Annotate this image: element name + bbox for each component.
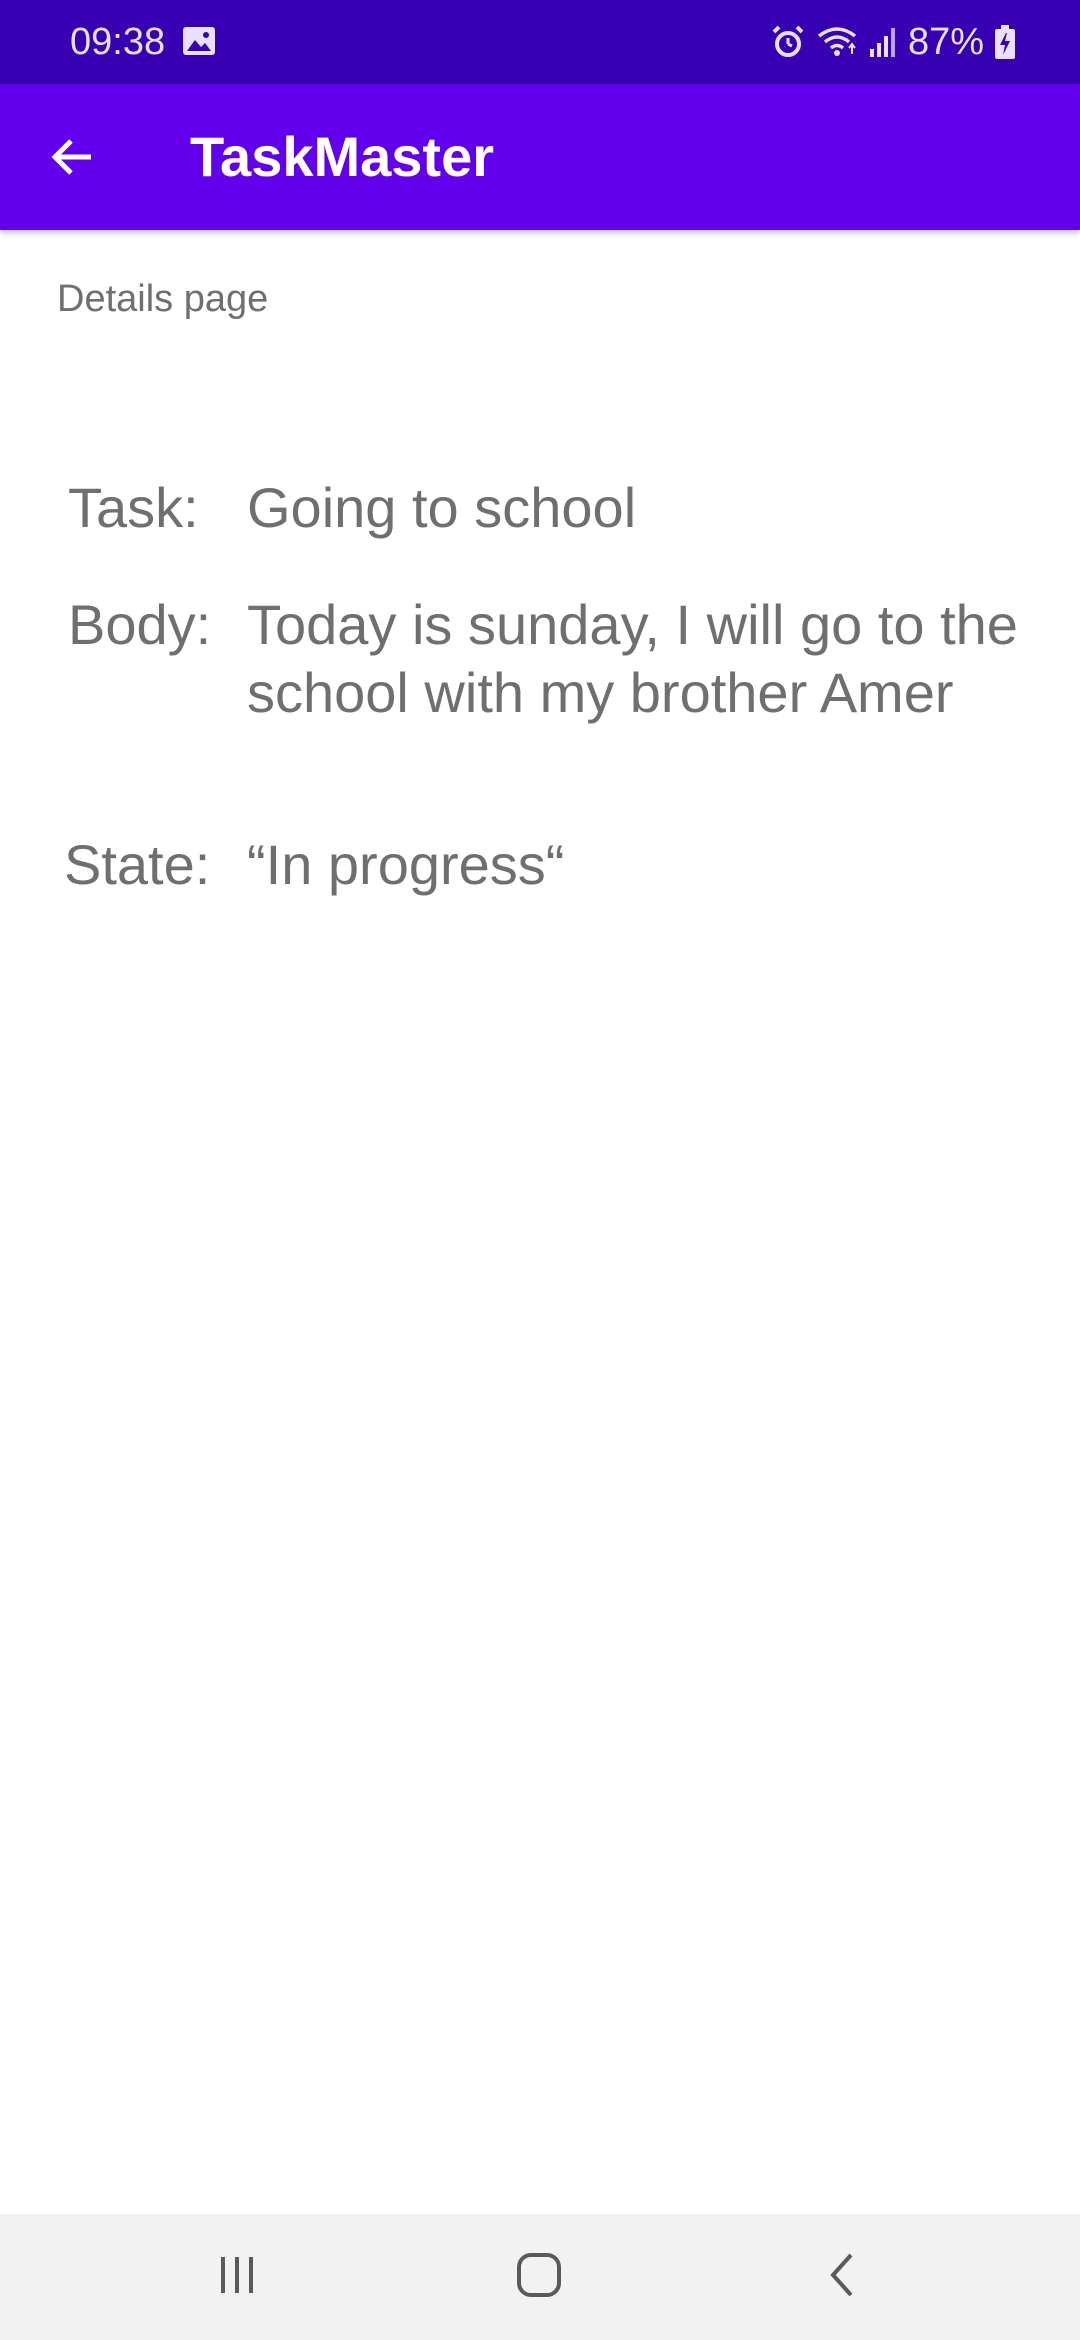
arrow-back-icon — [49, 133, 97, 186]
alarm-icon — [770, 24, 806, 60]
battery-charging-icon — [994, 24, 1016, 60]
signal-icon — [868, 25, 898, 59]
recent-apps-icon — [215, 2253, 259, 2302]
task-label: Task: — [68, 476, 199, 539]
back-button[interactable] — [28, 114, 118, 204]
wifi-icon — [816, 24, 858, 60]
state-label: State: — [64, 833, 211, 896]
body-value: Today is sunday, I will go to the school… — [247, 593, 1018, 724]
battery-percent: 87% — [907, 21, 984, 63]
screen: 09:38 87% TaskMaster Details page Task: … — [0, 0, 1080, 2340]
back-icon — [823, 2251, 863, 2304]
image-icon — [182, 26, 216, 56]
home-icon — [515, 2251, 563, 2304]
task-value: Going to school — [247, 476, 637, 539]
status-bar: 09:38 87% — [0, 0, 1080, 84]
home-button[interactable] — [489, 2242, 589, 2312]
status-time: 09:38 — [70, 21, 166, 63]
state-value: “In progress“ — [247, 833, 565, 896]
status-icons: 87% — [770, 18, 1016, 66]
body-label: Body: — [68, 593, 212, 656]
page-label: Details page — [57, 278, 269, 320]
navigation-bar — [0, 2214, 1080, 2340]
recent-apps-button[interactable] — [187, 2242, 287, 2312]
nav-back-button[interactable] — [793, 2242, 893, 2312]
app-bar: TaskMaster — [0, 84, 1080, 230]
app-title: TaskMaster — [190, 125, 495, 188]
